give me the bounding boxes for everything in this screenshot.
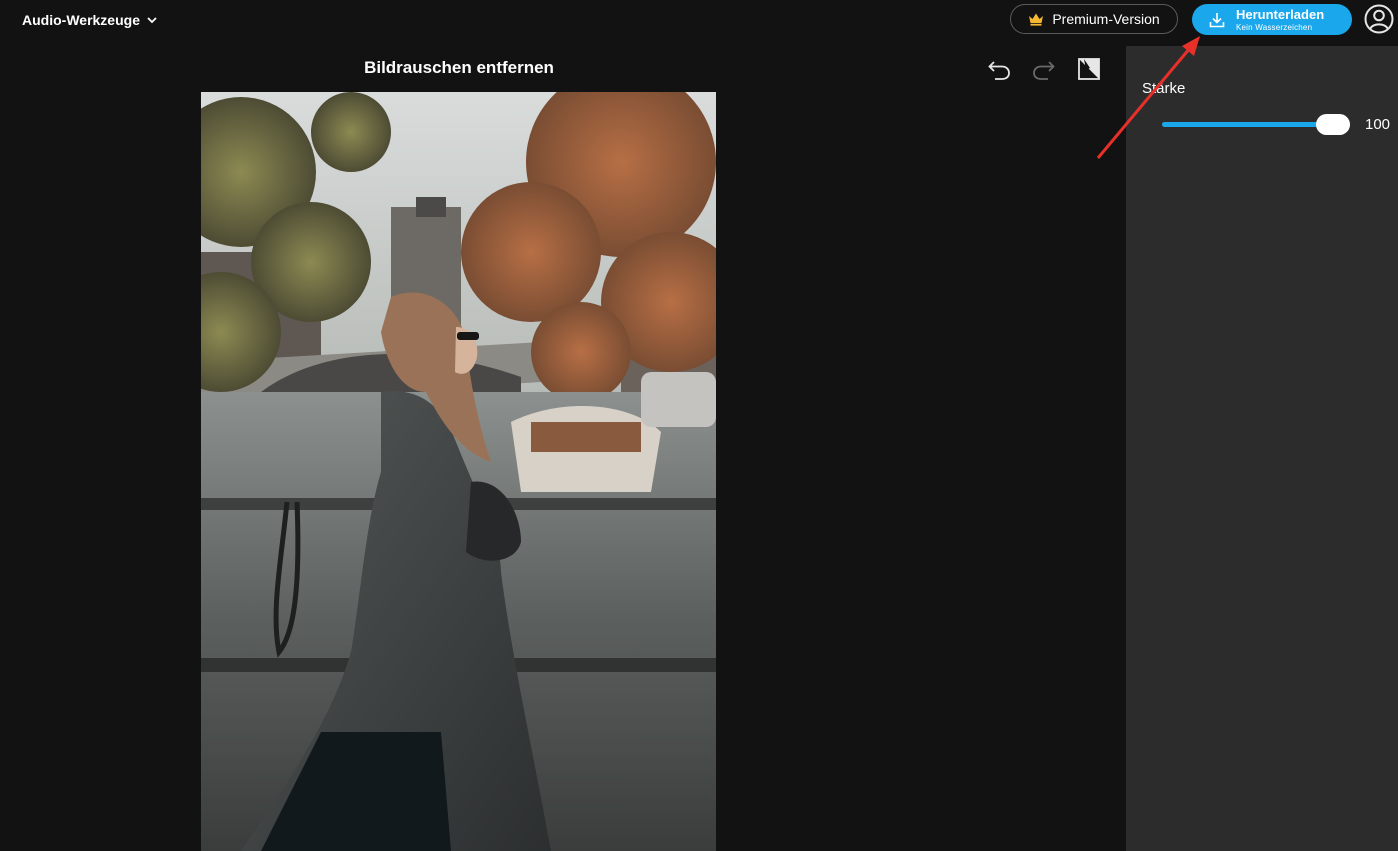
download-icon xyxy=(1209,13,1225,28)
strength-value: 100 xyxy=(1365,116,1391,133)
audio-tools-menu[interactable]: Audio-Werkzeuge xyxy=(22,10,158,30)
download-sublabel: Kein Wasserzeichen xyxy=(1236,23,1313,32)
slider-thumb[interactable] xyxy=(1316,114,1350,135)
crown-icon xyxy=(1029,13,1044,26)
page-title: Bildrauschen entfernen xyxy=(364,58,554,77)
edited-photo xyxy=(201,92,716,851)
download-button[interactable]: Herunterladen Kein Wasserzeichen xyxy=(1192,4,1352,35)
strength-slider[interactable] xyxy=(1162,114,1350,136)
compare-icon[interactable] xyxy=(1076,56,1102,82)
photo-image xyxy=(201,92,716,851)
audio-tools-menu-label: Audio-Werkzeuge xyxy=(22,12,140,28)
strength-label: Stärke xyxy=(1142,80,1186,97)
premium-version-label: Premium-Version xyxy=(1052,11,1160,27)
top-bar: Audio-Werkzeuge Premium-Version Herunter… xyxy=(0,0,1398,46)
undo-icon[interactable] xyxy=(986,57,1012,83)
chevron-down-icon xyxy=(147,17,157,24)
user-icon[interactable] xyxy=(1364,4,1394,34)
app-window: Audio-Werkzeuge Premium-Version Herunter… xyxy=(0,0,1398,851)
settings-panel xyxy=(1126,46,1398,851)
premium-version-button[interactable]: Premium-Version xyxy=(1010,4,1178,34)
redo-icon[interactable] xyxy=(1031,57,1057,83)
download-label: Herunterladen xyxy=(1236,7,1325,22)
